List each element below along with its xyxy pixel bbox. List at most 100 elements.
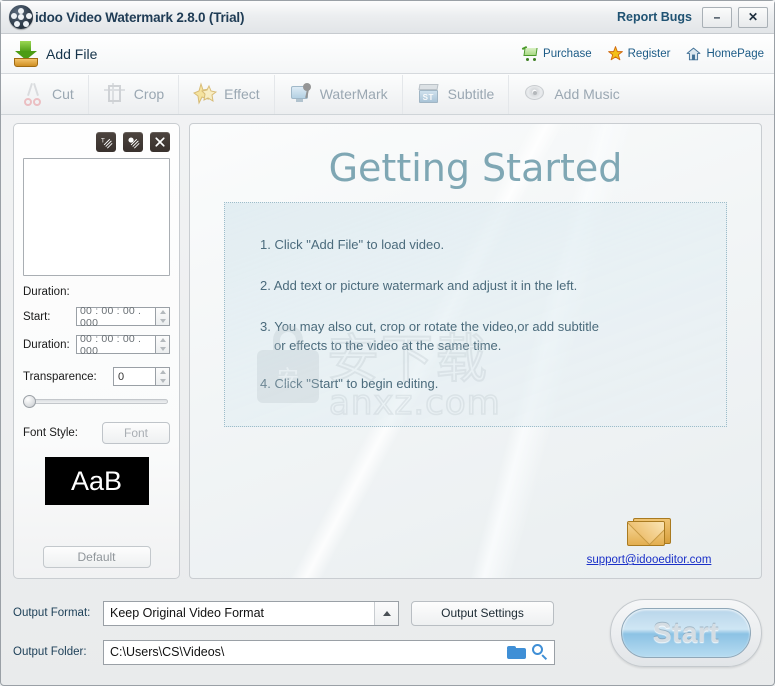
transparence-down-button[interactable] (156, 377, 169, 386)
register-link[interactable]: Register (607, 46, 671, 61)
shopping-cart-icon (521, 45, 538, 61)
transparence-input[interactable]: 0 (113, 367, 155, 386)
start-button-wrapper: Start (610, 598, 762, 667)
transparence-stepper[interactable]: 0 (113, 367, 170, 386)
font-button[interactable]: Font (102, 422, 170, 444)
getting-started-steps-box: 1. Click "Add File" to load video. 2. Ad… (224, 202, 727, 427)
step-3: 3. You may also cut, crop or rotate the … (260, 318, 726, 356)
output-format-label: Output Format: (13, 607, 91, 619)
support-block: support@idooeditor.com (569, 516, 729, 568)
tab-crop-label: Crop (133, 86, 165, 102)
output-format-row: Output Format: Keep Original Video Forma… (13, 600, 610, 627)
tab-effect[interactable]: Effect (179, 74, 275, 114)
add-text-watermark-button[interactable]: T (96, 132, 116, 152)
folder-icon[interactable] (507, 645, 526, 660)
transparence-slider[interactable] (23, 395, 170, 408)
delete-watermark-button[interactable] (150, 132, 170, 152)
transparence-spin-buttons[interactable] (155, 367, 170, 386)
page-title: idoo Video Watermark 2.8.0 (Trial) (35, 9, 245, 25)
film-reel-icon (9, 5, 33, 29)
step-3-line-1: 3. You may also cut, crop or rotate the … (260, 318, 599, 334)
add-file-label: Add File (46, 45, 98, 62)
default-button[interactable]: Default (42, 546, 151, 568)
application-window: idoo Video Watermark 2.8.0 (Trial) Repor… (0, 0, 775, 686)
envelope-icon (627, 516, 671, 546)
font-preview-text: AaB (70, 465, 123, 496)
output-fields: Output Format: Keep Original Video Forma… (13, 600, 610, 666)
svg-text:T: T (100, 137, 104, 144)
home-icon (686, 47, 701, 61)
homepage-label: HomePage (706, 47, 764, 60)
tab-add-music-label: Add Music (554, 86, 620, 102)
start-time-input[interactable]: 00 : 00 : 00 . 000 (76, 305, 155, 329)
output-folder-field[interactable]: C:\Users\CS\Videos\ (103, 639, 555, 665)
report-bugs-link[interactable]: Report Bugs (617, 10, 692, 24)
watermark-preview-area[interactable] (23, 158, 170, 276)
secondary-toolbar: Cut Crop Effect WaterMark ST Subtitle Ad… (1, 74, 774, 115)
font-preview: AaB (44, 457, 149, 505)
step-1: 1. Click "Add File" to load video. (260, 237, 445, 252)
tab-cut[interactable]: Cut (7, 74, 89, 114)
tab-crop[interactable]: Crop (89, 74, 180, 114)
close-button[interactable]: ✕ (738, 6, 768, 28)
star-burst-icon (193, 82, 218, 106)
duration-label: Duration: (23, 338, 70, 351)
title-bar: idoo Video Watermark 2.8.0 (Trial) Repor… (1, 1, 774, 34)
transparence-up-button[interactable] (156, 368, 169, 377)
output-format-value: Keep Original Video Format (110, 606, 265, 620)
tab-watermark[interactable]: WaterMark (275, 74, 403, 114)
add-picture-watermark-button[interactable] (123, 132, 143, 152)
register-label: Register (627, 47, 671, 60)
duration-time-down-button[interactable] (156, 345, 169, 354)
star-icon (607, 46, 623, 61)
step-2: 2. Add text or picture watermark and adj… (260, 277, 578, 293)
search-icon[interactable] (531, 643, 549, 661)
tab-add-music[interactable]: Add Music (509, 75, 633, 114)
start-time-down-button[interactable] (156, 317, 169, 326)
output-folder-label: Output Folder: (13, 646, 87, 658)
minimize-button[interactable]: – (702, 6, 732, 28)
duration-time-input[interactable]: 00 : 00 : 00 . 000 (76, 333, 155, 357)
tab-subtitle-label: Subtitle (447, 86, 495, 102)
watermark-settings-panel: T Duration: Start: 00: 00: 00 . 000 Du… (13, 123, 180, 579)
tab-subtitle[interactable]: ST Subtitle (403, 74, 510, 114)
start-time-spin-buttons[interactable] (155, 307, 170, 326)
window-controls: Report Bugs – ✕ (617, 6, 768, 28)
start-button[interactable]: Start (621, 607, 751, 658)
purchase-link[interactable]: Purchase (521, 45, 592, 61)
duration-time-stepper[interactable]: 00 : 00 : 00 . 000 (76, 333, 170, 357)
start-button-label: Start (652, 616, 720, 648)
chevron-up-icon[interactable] (374, 601, 398, 625)
add-file-icon (13, 40, 39, 67)
font-style-row: Font Style: Font (23, 422, 170, 444)
step-3-line-2: or effects to the video at the same time… (274, 337, 502, 353)
font-style-label: Font Style: (23, 427, 78, 439)
bottom-bar: Output Format: Keep Original Video Forma… (13, 590, 762, 675)
tab-effect-label: Effect (224, 86, 260, 102)
primary-toolbar: Add File Purchase Register HomePage (1, 34, 774, 74)
add-file-button[interactable]: Add File (13, 40, 98, 67)
monitor-pin-icon (289, 82, 313, 106)
tab-watermark-label: WaterMark (319, 86, 388, 102)
scissors-icon (21, 82, 45, 106)
support-email-link[interactable]: support@idooeditor.com (587, 554, 712, 566)
output-folder-value[interactable]: C:\Users\CS\Videos\ (110, 645, 507, 659)
output-format-select[interactable]: Keep Original Video Format (103, 600, 399, 626)
duration-time-spin-buttons[interactable] (155, 335, 170, 354)
disc-icon (523, 82, 547, 106)
start-time-row: Start: 00 : 00 : 00 . 000 (23, 305, 170, 329)
getting-started-panel: Getting Started 1. Click "Add File" to l… (189, 123, 762, 579)
duration-time-up-button[interactable] (156, 336, 169, 345)
output-settings-button[interactable]: Output Settings (411, 600, 554, 626)
start-time-up-button[interactable] (156, 308, 169, 317)
start-time-stepper[interactable]: 00 : 00 : 00 . 000 (76, 305, 170, 329)
slider-handle[interactable] (23, 395, 36, 408)
homepage-link[interactable]: HomePage (686, 47, 764, 61)
getting-started-title: Getting Started (328, 146, 623, 190)
purchase-label: Purchase (543, 47, 592, 60)
clapperboard-st-icon: ST (417, 82, 441, 106)
start-label: Start: (23, 310, 51, 323)
step-4: 4. Click "Start" to begin editing. (260, 376, 439, 392)
transparence-row: Transparence: 0 (23, 367, 170, 386)
output-folder-row: Output Folder: C:\Users\CS\Videos\ (13, 639, 610, 666)
